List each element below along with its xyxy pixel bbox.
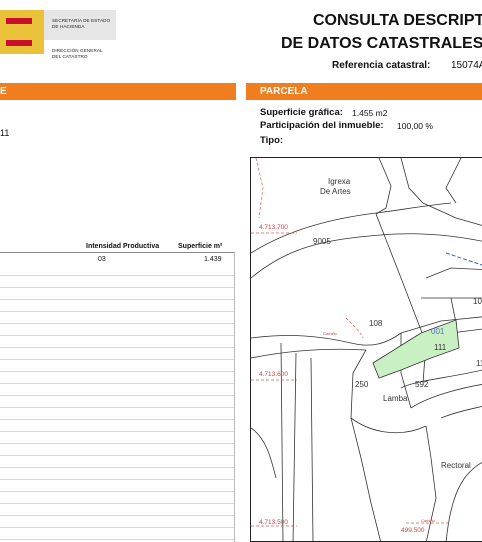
parcel-section-header: PARCELA — [246, 83, 482, 100]
table-row — [0, 420, 234, 432]
cadastral-reference-label: Referencia catastral: — [332, 60, 431, 71]
place-label-igrexa: Igrexa — [328, 177, 351, 186]
graphic-surface-value: 1.455 m2 — [352, 108, 388, 118]
table-row — [0, 312, 234, 324]
table-row — [0, 360, 234, 372]
parcel-number-592: 592 — [415, 380, 429, 389]
page-title-line-1: CONSULTA DESCRIPTIV — [313, 12, 482, 29]
parcel-section-title: PARCELA — [260, 86, 308, 97]
parcel-number-250: 250 — [355, 380, 369, 389]
cadastral-map: Igrexa De Artes Lamba Rectoral 9005 108 … — [250, 157, 482, 542]
table-row — [0, 480, 234, 492]
parcel-number-001: 001 — [431, 327, 445, 336]
table-cell-surface: 1.439 — [204, 256, 222, 263]
left-section-title: E — [0, 86, 7, 97]
road-label-camino-1: Camiño — [323, 331, 338, 336]
table-row — [0, 432, 234, 444]
table-row — [0, 336, 234, 348]
ministry-name: SECRETARÍA DE ESTADO DE HACIENDA — [52, 18, 111, 29]
table-row — [0, 492, 234, 504]
coordinate-4713500: 4.713.500 — [259, 519, 288, 526]
road-label-camino-2: Camiño — [421, 518, 436, 523]
table-row — [0, 372, 234, 384]
property-id-fragment: 11 — [0, 128, 10, 138]
left-section-header: E — [0, 83, 236, 100]
table-row — [0, 396, 234, 408]
type-label: Tipo: — [260, 135, 284, 146]
table-row — [0, 300, 234, 312]
table-row — [0, 324, 234, 336]
table-row — [0, 348, 234, 360]
parcel-number-10: 10 — [473, 297, 482, 306]
table-row — [0, 516, 234, 528]
parcel-number-11: 11 — [476, 359, 482, 368]
table-row — [0, 288, 234, 300]
parcel-number-108: 108 — [369, 319, 383, 328]
crop-table-body — [0, 264, 234, 540]
cadastral-reference-value: 15074A — [451, 60, 482, 71]
graphic-surface-label: Superficie gráfica: — [260, 107, 343, 118]
page-title-line-2: DE DATOS CATASTRALES D — [281, 35, 482, 52]
place-label-rectoral: Rectoral — [441, 461, 471, 470]
spain-coat-of-arms-logo — [0, 10, 44, 54]
table-row — [0, 276, 234, 288]
participation-label: Participación del inmueble: — [260, 120, 384, 131]
coordinate-4713700: 4.713.700 — [259, 224, 288, 231]
parcel-number-111: 111 — [434, 343, 447, 352]
parcel-number-9005: 9005 — [313, 237, 331, 246]
table-row — [0, 444, 234, 456]
table-row — [0, 528, 234, 540]
column-header-surface: Superficie m² — [178, 243, 223, 250]
place-label-lamba: Lamba — [383, 394, 408, 403]
table-row — [0, 264, 234, 276]
place-label-de-artes: De Artes — [320, 187, 351, 196]
directorate-name: DIRECCIÓN GENERAL DEL CATASTRO — [52, 48, 103, 59]
coordinate-4713600: 4.713.600 — [259, 371, 288, 378]
table-row — [0, 468, 234, 480]
table-cell-intensity: 03 — [98, 256, 106, 263]
table-row — [0, 384, 234, 396]
coordinate-499500: 499.500 — [401, 527, 425, 534]
table-row — [0, 456, 234, 468]
table-row — [0, 408, 234, 420]
column-header-intensity: Intensidad Productiva — [86, 243, 160, 250]
participation-value: 100,00 % — [397, 121, 433, 131]
table-top-rule — [0, 252, 234, 253]
table-right-border — [234, 252, 235, 542]
table-row — [0, 504, 234, 516]
